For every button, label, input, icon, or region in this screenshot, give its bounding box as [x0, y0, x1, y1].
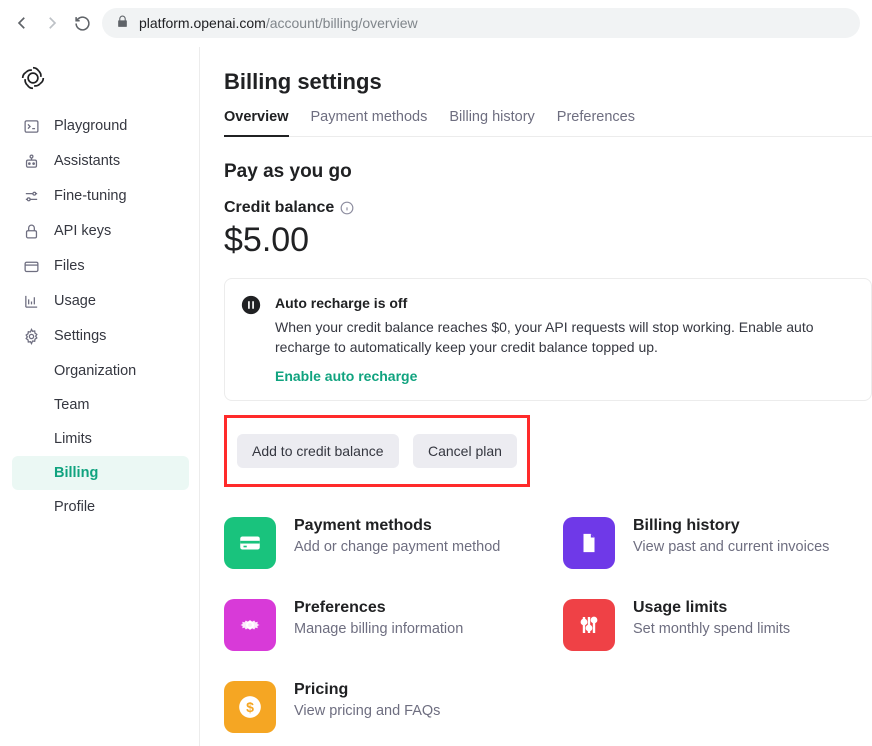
card-title: Usage limits — [633, 599, 790, 617]
robot-icon — [22, 152, 40, 170]
dollar-icon: $ — [224, 681, 276, 733]
card-title: Preferences — [294, 599, 463, 617]
card-icon — [224, 517, 276, 569]
enable-auto-recharge-link[interactable]: Enable auto recharge — [275, 368, 855, 384]
sidebar-item-files[interactable]: Files — [12, 249, 189, 283]
sidebar-item-playground[interactable]: Playground — [12, 109, 189, 143]
tab-payment-methods[interactable]: Payment methods — [311, 109, 428, 136]
tabs: Overview Payment methods Billing history Pr… — [224, 109, 872, 137]
reload-button[interactable] — [72, 13, 92, 33]
card-payment-methods[interactable]: Payment methods Add or change payment met… — [224, 517, 533, 569]
sidebar-subitem-profile[interactable]: Profile — [12, 490, 189, 524]
callout-text: When your credit balance reaches $0, you… — [275, 317, 855, 358]
lock-icon — [22, 222, 40, 240]
terminal-icon — [22, 117, 40, 135]
url-text: platform.openai.com/account/billing/over… — [139, 15, 418, 31]
card-title: Payment methods — [294, 517, 500, 535]
add-to-credit-balance-button[interactable]: Add to credit balance — [237, 434, 399, 468]
card-usage-limits[interactable]: Usage limits Set monthly spend limits — [563, 599, 872, 651]
card-preferences[interactable]: Preferences Manage billing information — [224, 599, 533, 651]
sidebar-item-assistants[interactable]: Assistants — [12, 144, 189, 178]
sidebar-item-usage[interactable]: Usage — [12, 284, 189, 318]
page-title: Billing settings — [224, 69, 872, 95]
sliders-w-icon — [563, 599, 615, 651]
sidebar-subitem-organization[interactable]: Organization — [12, 354, 189, 388]
card-description: View pricing and FAQs — [294, 703, 440, 719]
main-content: Billing settings Overview Payment methods… — [200, 47, 872, 746]
card-title: Pricing — [294, 681, 440, 699]
sidebar-item-api-keys[interactable]: API keys — [12, 214, 189, 248]
tab-billing-history[interactable]: Billing history — [449, 109, 534, 136]
pause-icon — [241, 295, 261, 315]
sidebar-item-label: API keys — [54, 223, 111, 239]
gear-w-icon — [224, 599, 276, 651]
section-heading: Pay as you go — [224, 161, 872, 183]
callout-title: Auto recharge is off — [275, 295, 855, 311]
sidebar-item-label: Files — [54, 258, 85, 274]
card-description: Add or change payment method — [294, 539, 500, 555]
sidebar-item-label: Fine-tuning — [54, 188, 127, 204]
sidebar-item-label: Usage — [54, 293, 96, 309]
sidebar-item-label: Assistants — [54, 153, 120, 169]
svg-text:$: $ — [246, 698, 254, 714]
sidebar-item-fine-tuning[interactable]: Fine-tuning — [12, 179, 189, 213]
card-title: Billing history — [633, 517, 829, 535]
lock-icon — [116, 15, 129, 31]
sidebar-item-label: Settings — [54, 328, 106, 344]
balance-amount: $5.00 — [224, 221, 872, 260]
forward-button[interactable] — [42, 13, 62, 33]
sliders-icon — [22, 187, 40, 205]
sidebar: Playground Assistants Fine-tuning API keys F… — [0, 47, 200, 746]
card-description: Set monthly spend limits — [633, 621, 790, 637]
browser-toolbar: platform.openai.com/account/billing/over… — [0, 0, 872, 47]
sidebar-item-label: Playground — [54, 118, 127, 134]
sidebar-subitem-team[interactable]: Team — [12, 388, 189, 422]
tab-overview[interactable]: Overview — [224, 109, 289, 137]
info-icon[interactable] — [340, 201, 354, 215]
back-button[interactable] — [12, 13, 32, 33]
tab-preferences[interactable]: Preferences — [557, 109, 635, 136]
openai-logo[interactable] — [20, 65, 46, 91]
card-billing-history[interactable]: Billing history View past and current inv… — [563, 517, 872, 569]
auto-recharge-callout: Auto recharge is off When your credit ba… — [224, 278, 872, 401]
billing-cards: Payment methods Add or change payment met… — [224, 517, 872, 733]
card-description: View past and current invoices — [633, 539, 829, 555]
card-pricing[interactable]: $ Pricing View pricing and FAQs — [224, 681, 533, 733]
chart-icon — [22, 292, 40, 310]
card-description: Manage billing information — [294, 621, 463, 637]
sidebar-item-settings[interactable]: Settings — [12, 319, 189, 353]
gear-icon — [22, 327, 40, 345]
folder-icon — [22, 257, 40, 275]
sidebar-subitem-limits[interactable]: Limits — [12, 422, 189, 456]
balance-label: Credit balance — [224, 199, 354, 217]
cancel-plan-button[interactable]: Cancel plan — [413, 434, 517, 468]
sidebar-subitem-billing[interactable]: Billing — [12, 456, 189, 490]
address-bar[interactable]: platform.openai.com/account/billing/over… — [102, 8, 860, 38]
doc-icon — [563, 517, 615, 569]
highlighted-actions: Add to credit balance Cancel plan — [224, 415, 530, 487]
